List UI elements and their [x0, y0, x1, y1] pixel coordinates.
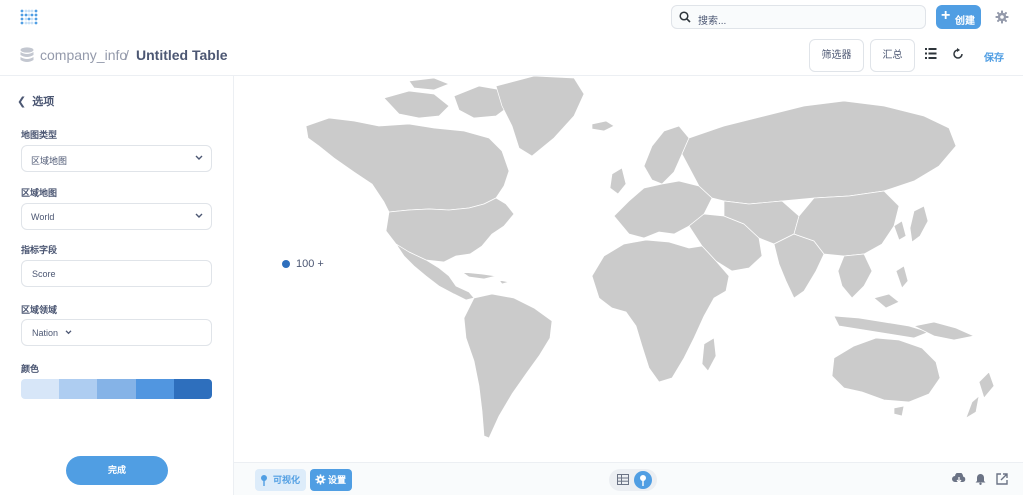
region-korea [893, 220, 907, 241]
region-arctic-islands [383, 77, 513, 119]
table-view-icon[interactable] [617, 474, 629, 485]
visualization-label: 可视化 [273, 475, 301, 485]
world-region-map[interactable] [234, 76, 1023, 462]
legend-label: 100 + [296, 258, 324, 270]
settings-label: 设置 [328, 475, 347, 485]
gear-icon [315, 474, 326, 485]
search-placeholder: 搜索... [698, 16, 727, 27]
search-bar[interactable]: 搜索... [671, 5, 926, 29]
region-greenland [495, 76, 585, 157]
settings-button[interactable]: 设置 [310, 469, 353, 491]
color-label: 颜色 [21, 364, 40, 374]
breadcrumb-database[interactable]: company_info [40, 47, 127, 63]
filter-button[interactable]: 筛选器 [809, 39, 864, 72]
footer-bar: 可视化 设置 [234, 462, 1023, 495]
search-icon [679, 11, 691, 23]
download-icon[interactable] [952, 473, 966, 485]
region-new-zealand [965, 371, 995, 419]
view-toggle[interactable] [609, 469, 657, 491]
page-title[interactable]: Untitled Table [136, 47, 228, 63]
region-uk [609, 167, 627, 195]
refresh-icon[interactable] [952, 48, 964, 60]
list-icon[interactable] [925, 48, 937, 59]
region-philippines [895, 265, 909, 289]
color-swatch [21, 379, 60, 399]
create-label: 创建 [955, 16, 975, 27]
share-icon[interactable] [996, 473, 1008, 485]
color-swatch [97, 379, 136, 399]
back-to-options[interactable]: ❮ 选项 [17, 93, 54, 109]
database-icon [20, 47, 34, 62]
region-north-america-north [305, 117, 510, 213]
metric-field-select[interactable]: Score [21, 260, 212, 287]
region-south-america [463, 293, 553, 439]
done-button[interactable]: 完成 [66, 456, 168, 485]
top-bar: 搜索... + 创建 [0, 0, 1023, 36]
chevron-left-icon: ❮ [17, 96, 27, 108]
summarize-button[interactable]: 汇总 [870, 39, 915, 72]
bell-icon[interactable] [975, 473, 986, 485]
map-legend: 100 + [282, 258, 324, 270]
pin-icon [640, 475, 646, 486]
region-japan [909, 205, 929, 243]
map-type-select[interactable]: 区域地图 [21, 145, 212, 172]
metric-field-label: 指标字段 [21, 245, 58, 255]
region-field-value: Nation [32, 328, 59, 338]
region-russia [681, 100, 957, 205]
region-field-select[interactable]: Nation [21, 319, 212, 346]
visualization-area: 100 + [234, 76, 1023, 462]
query-header: company_info / Untitled Table 筛选器 汇总 保存 [0, 36, 1023, 76]
map-type-value: 区域地图 [31, 156, 68, 166]
chevron-down-icon [65, 330, 72, 335]
region-australia [831, 337, 941, 403]
save-button[interactable]: 保存 [984, 49, 1004, 64]
map-view-toggle[interactable] [634, 471, 652, 489]
map-type-label: 地图类型 [21, 130, 58, 140]
region-field-label: 区域领域 [21, 305, 58, 315]
chevron-down-icon [195, 213, 203, 218]
region-madagascar [701, 337, 717, 372]
region-tasmania [893, 405, 905, 417]
pin-icon [261, 475, 267, 486]
legend-dot [282, 260, 290, 268]
metric-field-value: Score [32, 269, 56, 279]
region-map-select[interactable]: World [21, 203, 212, 230]
options-sidebar: ❮ 选项 地图类型 区域地图 区域地图 World 指标字段 Score 区域领域… [0, 76, 234, 495]
color-swatch [59, 379, 98, 399]
gear-icon[interactable] [995, 10, 1009, 24]
plus-icon: + [941, 7, 951, 24]
region-southeast-asia [837, 253, 873, 299]
color-swatch [173, 379, 212, 399]
region-caribbean [461, 271, 510, 285]
metabase-logo[interactable] [20, 9, 38, 27]
visualization-button[interactable]: 可视化 [255, 469, 307, 491]
breadcrumb-separator: / [125, 47, 129, 63]
region-map-value: World [31, 212, 55, 222]
chevron-down-icon [195, 155, 203, 160]
options-label: 选项 [32, 96, 55, 108]
region-indonesia [833, 293, 930, 339]
color-swatch [135, 379, 174, 399]
color-scale-picker[interactable] [21, 379, 212, 399]
region-iceland [591, 120, 615, 132]
region-map-label: 区域地图 [21, 188, 58, 198]
create-button[interactable]: + 创建 [936, 5, 981, 29]
